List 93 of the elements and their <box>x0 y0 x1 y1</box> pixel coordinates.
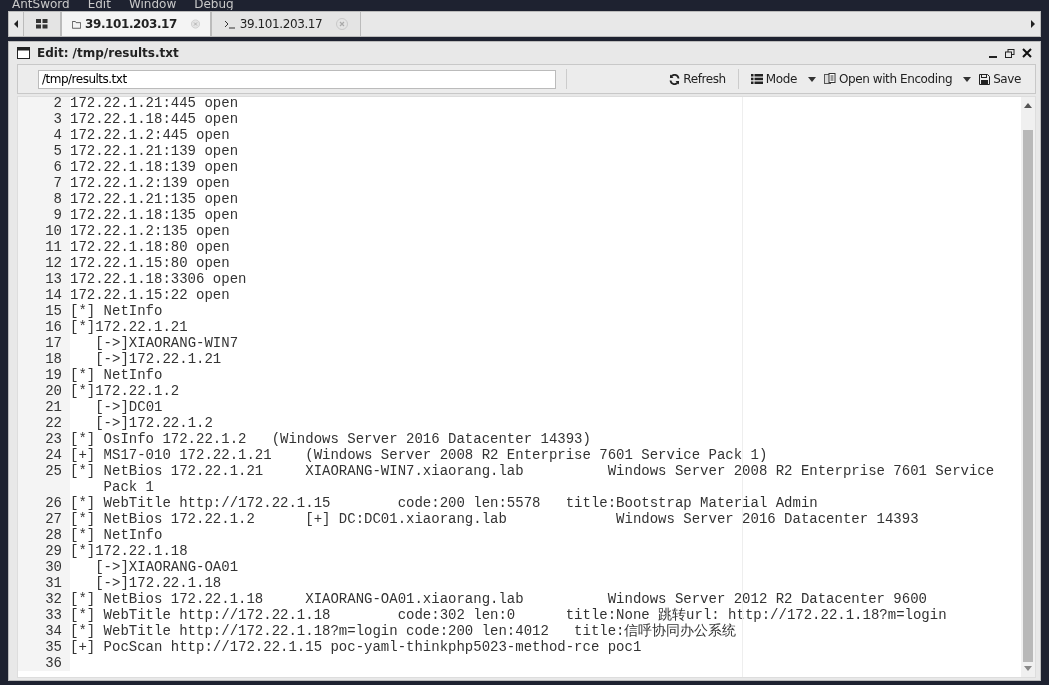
code-line: [->]DC01 <box>94 399 164 415</box>
line-number: 16 <box>18 319 70 335</box>
code-line: 172.22.1.2:445 open <box>70 127 231 143</box>
line-number: 30 <box>18 559 70 575</box>
line-number: 13 <box>18 271 70 287</box>
code-line: [->]XIAORANG-OA01 <box>94 559 240 575</box>
line-number: 28 <box>18 527 70 543</box>
code-line: [+] MS17-010 172.22.1.21 (Windows Server 2008 R2 Enterprise 7601 Service Pack 1) <box>70 447 769 463</box>
line-number: 15 <box>18 303 70 319</box>
line-number: 25 <box>18 463 70 495</box>
toolbar-button[interactable]: Save <box>975 72 1025 86</box>
line-number: 29 <box>18 543 70 559</box>
code-line: [->]172.22.1.18 <box>94 575 223 591</box>
tab-label: 39.101.203.17 <box>85 17 177 31</box>
tab-label: 39.101.203.17 <box>239 17 323 31</box>
line-number: 18 <box>18 351 70 367</box>
line-number: 4 <box>18 127 70 143</box>
line-number: 17 <box>18 335 70 351</box>
code-line: 172.22.1.21:135 open <box>70 191 240 207</box>
code-line: 172.22.1.21:445 open <box>70 97 240 111</box>
refresh-icon <box>669 73 681 85</box>
list-icon <box>750 74 763 84</box>
code-line: 172.22.1.2:139 open <box>70 175 231 191</box>
code-line: [*]172.22.1.21 <box>70 319 189 335</box>
line-number: 34 <box>18 623 70 639</box>
line-number: 31 <box>18 575 70 591</box>
restore-icon[interactable] <box>1005 48 1015 58</box>
code-line: [->]172.22.1.21 <box>94 351 223 367</box>
line-number: 3 <box>18 111 70 127</box>
code-line: [*]172.22.1.2 <box>70 383 181 399</box>
line-number: 35 <box>18 639 70 655</box>
code-line: [*] NetBios 172.22.1.2 [+] DC:DC01.xiaorang.lab Windows Server 2016 Datacenter 14393 <box>70 511 920 527</box>
code-line: 172.22.1.18:135 open <box>70 207 240 223</box>
code-line: [*] WebTitle http://172.22.1.15 code:200 len:5578 title:Bootstrap Material Admin <box>70 495 819 511</box>
line-number: 10 <box>18 223 70 239</box>
grid-icon <box>36 19 48 29</box>
code-line: [*] NetBios 172.22.1.18 XIAORANG-OA01.xiaorang.lab Windows Server 2012 R2 Datacenter 9600 <box>70 591 928 607</box>
line-number: 12 <box>18 255 70 271</box>
toolbar-button[interactable]: Mode <box>746 72 820 86</box>
line-number: 20 <box>18 383 70 399</box>
line-number: 26 <box>18 495 70 511</box>
code-line: 172.22.1.15:80 open <box>70 255 231 271</box>
toolbar-button[interactable]: Refresh <box>665 72 730 86</box>
line-number: 7 <box>18 175 70 191</box>
code-line: [->]172.22.1.2 <box>94 415 214 431</box>
code-line: [->]XIAORANG-WIN7 <box>94 335 240 351</box>
line-number: 11 <box>18 239 70 255</box>
code-line: 172.22.1.18:445 open <box>70 111 240 127</box>
code-line: [*]172.22.1.18 <box>70 543 189 559</box>
window-icon <box>17 47 30 59</box>
line-number: 8 <box>18 191 70 207</box>
line-number: 6 <box>18 159 70 175</box>
line-number: 33 <box>18 607 70 623</box>
code-line: 172.22.1.18:80 open <box>70 239 231 255</box>
line-number: 36 <box>18 655 70 671</box>
line-number: 5 <box>18 143 70 159</box>
tab[interactable]: 39.101.203.17 <box>211 12 361 36</box>
caret-icon <box>807 76 816 82</box>
code-line: [*] NetInfo <box>70 303 164 319</box>
line-number: 32 <box>18 591 70 607</box>
code-line: [*] WebTitle http://172.22.1.18?m=login code:200 len:4012 title:信呼协同办公系统 <box>70 623 738 639</box>
code-line: 172.22.1.18:3306 open <box>70 271 248 287</box>
document-icon <box>823 73 836 85</box>
line-number: 14 <box>18 287 70 303</box>
save-icon <box>979 73 991 85</box>
toolbar-button[interactable]: Open with Encoding <box>819 72 976 86</box>
path-field[interactable]: /tmp/results.txt <box>38 69 556 89</box>
scrollbar[interactable] <box>1021 97 1035 677</box>
code-line: [+] PocScan http://172.22.1.15 poc-yaml-thinkphp5023-method-rce poc1 <box>70 639 643 655</box>
panel-title: Edit: /tmp/results.txt <box>37 46 179 60</box>
caret-icon <box>963 76 972 82</box>
line-number: 27 <box>18 511 70 527</box>
code-line: [*] NetInfo <box>70 367 164 383</box>
code-line: [*] OsInfo 172.22.1.2 (Windows Server 2016 Datacenter 14393) <box>70 431 592 447</box>
close-icon[interactable] <box>1022 48 1032 58</box>
line-number: 2 <box>18 97 70 111</box>
line-number: 9 <box>18 207 70 223</box>
line-number: 23 <box>18 431 70 447</box>
code-line: [*] WebTitle http://172.22.1.18 code:302 len:0 title:None 跳转url: http://172.22.1.18?m=login <box>70 607 948 623</box>
line-number: 19 <box>18 367 70 383</box>
line-number: 21 <box>18 399 70 415</box>
line-number: 22 <box>18 415 70 431</box>
folder-icon <box>72 18 81 30</box>
code-line: 172.22.1.2:135 open <box>70 223 231 239</box>
code-line: [*] NetInfo <box>70 527 164 543</box>
code-line: 172.22.1.18:139 open <box>70 159 240 175</box>
code-line: [*] NetBios 172.22.1.21 XIAORANG-WIN7.xiaorang.lab Windows Server 2008 R2 Enterprise 7601 Service Pack 1 <box>70 463 996 495</box>
line-number: 24 <box>18 447 70 463</box>
code-line: 172.22.1.15:22 open <box>70 287 231 303</box>
tab[interactable]: 39.101.203.17 <box>61 12 211 36</box>
terminal-icon <box>223 19 236 29</box>
tab[interactable] <box>23 12 61 36</box>
code-line: 172.22.1.21:139 open <box>70 143 240 159</box>
